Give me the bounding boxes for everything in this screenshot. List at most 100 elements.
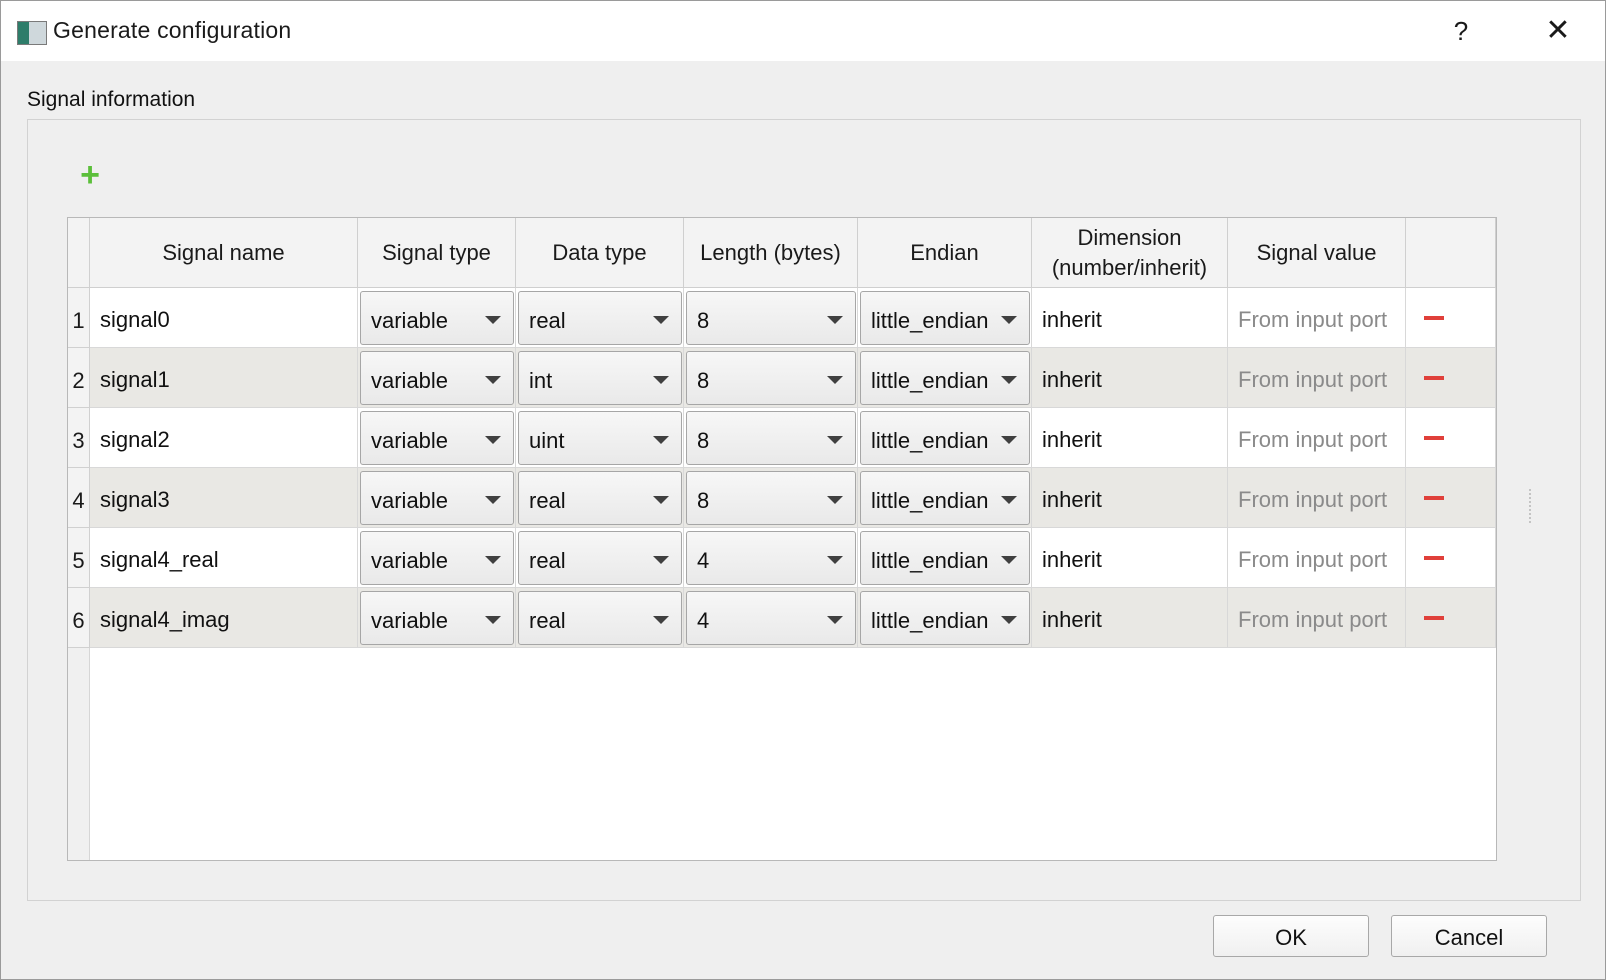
length-dropdown-value: 4	[697, 548, 710, 573]
endian-dropdown-value: little_endian	[871, 368, 989, 393]
cancel-button[interactable]: Cancel	[1391, 915, 1547, 957]
signal-table: Signal name Signal type Data type Length (b…	[67, 217, 1497, 861]
dimension-cell[interactable]: inherit	[1032, 288, 1228, 348]
signal-name-cell[interactable]: signal1	[90, 348, 358, 408]
table-row: 4 signal3 variable real 8 little_endian inheri…	[68, 468, 1496, 528]
length-dropdown[interactable]: 4	[686, 591, 856, 645]
app-icon	[17, 21, 47, 45]
endian-dropdown[interactable]: little_endian	[860, 351, 1030, 405]
chevron-down-icon	[485, 616, 501, 624]
dimension-cell[interactable]: inherit	[1032, 528, 1228, 588]
signal-name-cell[interactable]: signal2	[90, 408, 358, 468]
data-type-dropdown[interactable]: real	[518, 591, 682, 645]
table-cell	[1406, 528, 1496, 588]
header-endian-label: Endian	[910, 239, 979, 265]
title-bar: Generate configuration ? ✕	[1, 1, 1605, 61]
add-signal-button[interactable]: +	[77, 158, 103, 192]
header-signal-name: Signal name	[90, 218, 358, 288]
chevron-down-icon	[653, 616, 669, 624]
dimension-cell[interactable]: inherit	[1032, 348, 1228, 408]
data-type-dropdown-value: real	[529, 488, 566, 513]
chevron-down-icon	[653, 556, 669, 564]
signal-name-cell[interactable]: signal0	[90, 288, 358, 348]
endian-dropdown[interactable]: little_endian	[860, 291, 1030, 345]
signal-type-dropdown-value: variable	[371, 488, 449, 513]
data-type-dropdown[interactable]: real	[518, 471, 682, 525]
dimension-cell[interactable]: inherit	[1032, 588, 1228, 648]
signal-value-cell[interactable]: From input port	[1228, 408, 1406, 468]
length-dropdown-value: 8	[697, 428, 710, 453]
length-dropdown[interactable]: 8	[686, 291, 856, 345]
remove-row-icon[interactable]	[1424, 436, 1444, 440]
length-dropdown[interactable]: 8	[686, 411, 856, 465]
signal-type-dropdown-value: variable	[371, 368, 449, 393]
splitter-handle[interactable]	[1529, 489, 1533, 523]
signal-value-cell[interactable]: From input port	[1228, 348, 1406, 408]
signal-type-dropdown[interactable]: variable	[360, 291, 514, 345]
signal-type-dropdown[interactable]: variable	[360, 351, 514, 405]
chevron-down-icon	[827, 556, 843, 564]
row-number: 3	[68, 408, 90, 468]
length-dropdown[interactable]: 8	[686, 351, 856, 405]
signal-type-dropdown-value: variable	[371, 608, 449, 633]
signal-value-cell[interactable]: From input port	[1228, 588, 1406, 648]
remove-row-icon[interactable]	[1424, 376, 1444, 380]
chevron-down-icon	[1001, 316, 1017, 324]
row-number: 5	[68, 528, 90, 588]
chevron-down-icon	[1001, 496, 1017, 504]
signal-name-cell[interactable]: signal4_imag	[90, 588, 358, 648]
endian-dropdown[interactable]: little_endian	[860, 471, 1030, 525]
table-row: 2 signal1 variable int 8 little_endian inherit…	[68, 348, 1496, 408]
data-type-dropdown[interactable]: real	[518, 531, 682, 585]
remove-row-icon[interactable]	[1424, 496, 1444, 500]
ok-button[interactable]: OK	[1213, 915, 1369, 957]
dimension-cell[interactable]: inherit	[1032, 468, 1228, 528]
signal-value-cell[interactable]: From input port	[1228, 468, 1406, 528]
signal-type-dropdown[interactable]: variable	[360, 411, 514, 465]
chevron-down-icon	[827, 616, 843, 624]
signal-name-cell[interactable]: signal3	[90, 468, 358, 528]
data-type-dropdown-value: real	[529, 548, 566, 573]
remove-row-icon[interactable]	[1424, 316, 1444, 320]
length-dropdown[interactable]: 8	[686, 471, 856, 525]
chevron-down-icon	[653, 376, 669, 384]
chevron-down-icon	[827, 376, 843, 384]
chevron-down-icon	[485, 316, 501, 324]
chevron-down-icon	[827, 496, 843, 504]
signal-type-dropdown[interactable]: variable	[360, 591, 514, 645]
header-signal-value-label: Signal value	[1256, 239, 1377, 265]
header-dimension-label: Dimension (number/inherit)	[1051, 224, 1208, 280]
table-cell	[1406, 348, 1496, 408]
chevron-down-icon	[653, 496, 669, 504]
header-actions	[1406, 218, 1496, 288]
row-number: 4	[68, 468, 90, 528]
help-button[interactable]: ?	[1441, 11, 1481, 51]
header-length-label: Length (bytes)	[700, 239, 841, 265]
endian-dropdown[interactable]: little_endian	[860, 411, 1030, 465]
close-button[interactable]: ✕	[1535, 11, 1581, 51]
endian-dropdown[interactable]: little_endian	[860, 591, 1030, 645]
table-row: 3 signal2 variable uint 8 little_endian inheri…	[68, 408, 1496, 468]
header-signal-name-label: Signal name	[162, 239, 285, 265]
length-dropdown-value: 4	[697, 608, 710, 633]
header-data-type-label: Data type	[552, 239, 647, 265]
signal-value-cell[interactable]: From input port	[1228, 288, 1406, 348]
endian-dropdown[interactable]: little_endian	[860, 531, 1030, 585]
data-type-dropdown[interactable]: int	[518, 351, 682, 405]
chevron-down-icon	[485, 496, 501, 504]
signal-name-cell[interactable]: signal4_real	[90, 528, 358, 588]
dimension-cell[interactable]: inherit	[1032, 408, 1228, 468]
signal-type-dropdown-value: variable	[371, 548, 449, 573]
header-length: Length (bytes)	[684, 218, 858, 288]
chevron-down-icon	[1001, 556, 1017, 564]
signal-type-dropdown[interactable]: variable	[360, 531, 514, 585]
data-type-dropdown[interactable]: real	[518, 291, 682, 345]
signal-type-dropdown[interactable]: variable	[360, 471, 514, 525]
remove-row-icon[interactable]	[1424, 616, 1444, 620]
length-dropdown[interactable]: 4	[686, 531, 856, 585]
chevron-down-icon	[827, 316, 843, 324]
chevron-down-icon	[485, 436, 501, 444]
remove-row-icon[interactable]	[1424, 556, 1444, 560]
data-type-dropdown[interactable]: uint	[518, 411, 682, 465]
signal-value-cell[interactable]: From input port	[1228, 528, 1406, 588]
